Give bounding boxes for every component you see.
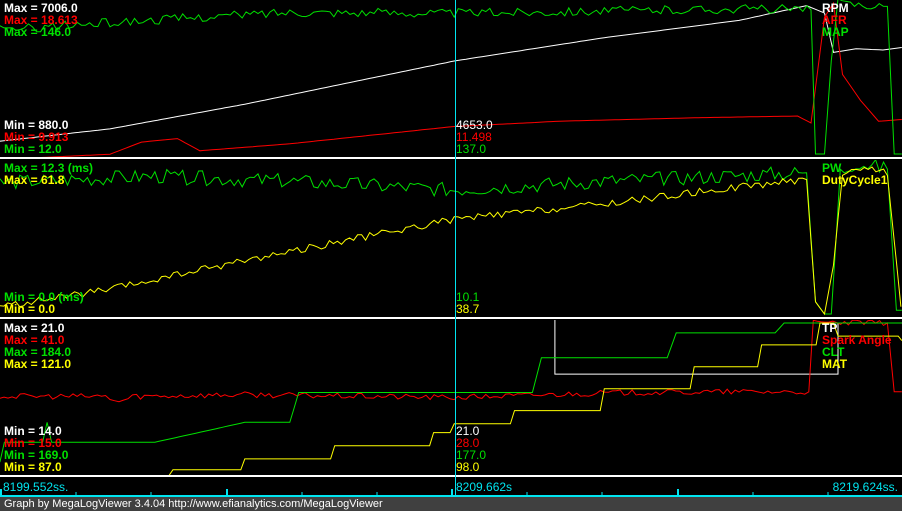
trace-map — [0, 0, 902, 155]
time-start-label: 8199.552ss. — [3, 480, 69, 494]
time-axis[interactable]: 8199.552ss. 8209.662s 8219.624ss. — [0, 477, 902, 497]
footer-credit: Graph by MegaLogViewer 3.4.04 http://www… — [0, 497, 902, 511]
map-legend: MAP — [822, 25, 849, 39]
panel-engine[interactable]: Max = 7006.0 Min = 880.0 RPM 4653.0 Max = 18… — [0, 0, 902, 158]
map-max-label: Max = 146.0 — [4, 25, 72, 39]
trace-area — [0, 160, 902, 316]
mat-min-label: Min = 87.0 — [4, 460, 62, 474]
panel-divider — [0, 317, 902, 319]
trace-area — [0, 0, 902, 157]
trace-dutycycle1 — [0, 166, 902, 316]
map-min-label: Min = 12.0 — [4, 142, 62, 156]
trace-clt — [0, 322, 902, 463]
megalogviewer-graph: Max = 7006.0 Min = 880.0 RPM 4653.0 Max = 18… — [0, 0, 902, 511]
trace-area — [0, 320, 902, 475]
dutycycle1-cursor-value: 38.7 — [456, 302, 480, 316]
mat-legend: MAT — [822, 357, 848, 371]
trace-tp — [554, 320, 902, 375]
dutycycle1-max-label: Max = 61.8 — [4, 173, 65, 187]
time-axis-ticks — [0, 489, 902, 497]
time-end-label: 8219.624ss. — [832, 480, 898, 494]
panel-fuel[interactable]: Max = 12.3 (ms) Min = 0.0 (ms) PW 10.1 Max =… — [0, 160, 902, 317]
mat-max-label: Max = 121.0 — [4, 357, 72, 371]
panel-ignition-temps[interactable]: Max = 21.0 Min = 14.0 TP 21.0 Max = 41.0 Min … — [0, 320, 902, 475]
map-cursor-value: 137.0 — [456, 142, 487, 156]
dutycycle1-legend: DutyCycle1 — [822, 173, 888, 187]
trace-afr — [41, 1, 902, 157]
mat-cursor-value: 98.0 — [456, 460, 480, 474]
trace-rpm — [0, 5, 902, 142]
time-cursor-label: 8209.662s — [456, 480, 513, 494]
panel-divider — [0, 157, 902, 159]
dutycycle1-min-label: Min = 0.0 — [4, 302, 56, 316]
